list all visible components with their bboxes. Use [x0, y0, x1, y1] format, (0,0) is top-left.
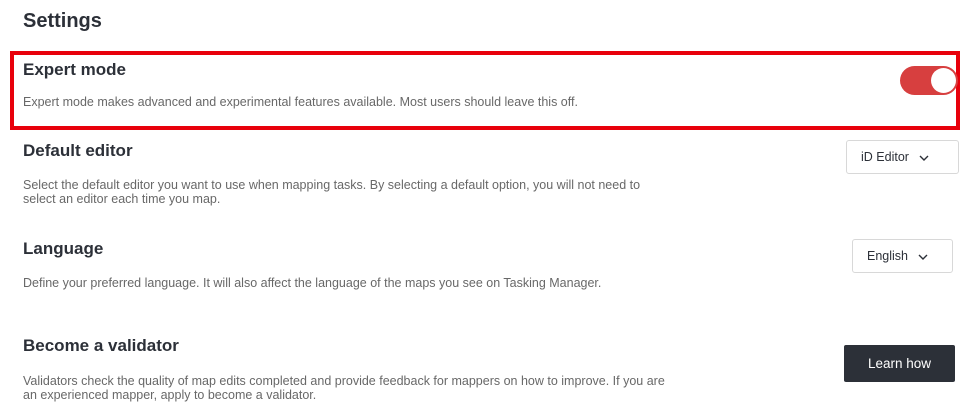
default-editor-description: Select the default editor you want to us… [23, 178, 641, 206]
expert-mode-toggle[interactable] [900, 66, 958, 95]
page-title: Settings [23, 10, 102, 32]
validator-title: Become a validator [23, 336, 179, 355]
language-value: English [867, 249, 908, 263]
expert-mode-description: Expert mode makes advanced and experimen… [23, 95, 578, 109]
toggle-knob [931, 68, 956, 93]
settings-page: Settings Expert mode Expert mode makes a… [0, 0, 966, 406]
expert-mode-title: Expert mode [23, 60, 126, 79]
language-setting: Language Define your preferred language.… [23, 239, 956, 290]
validator-description: Validators check the quality of map edit… [23, 374, 665, 402]
language-description: Define your preferred language. It will … [23, 276, 602, 290]
chevron-down-icon [919, 152, 929, 162]
default-editor-setting: Default editor Select the default editor… [23, 141, 956, 206]
chevron-down-icon [918, 251, 928, 261]
expert-mode-setting: Expert mode Expert mode makes advanced a… [23, 60, 956, 109]
validator-setting: Become a validator Validators check the … [23, 336, 956, 402]
default-editor-dropdown[interactable]: iD Editor [846, 140, 959, 174]
learn-how-button[interactable]: Learn how [844, 345, 955, 382]
default-editor-value: iD Editor [861, 150, 909, 164]
language-dropdown[interactable]: English [852, 239, 953, 273]
default-editor-title: Default editor [23, 141, 133, 160]
language-title: Language [23, 239, 104, 258]
